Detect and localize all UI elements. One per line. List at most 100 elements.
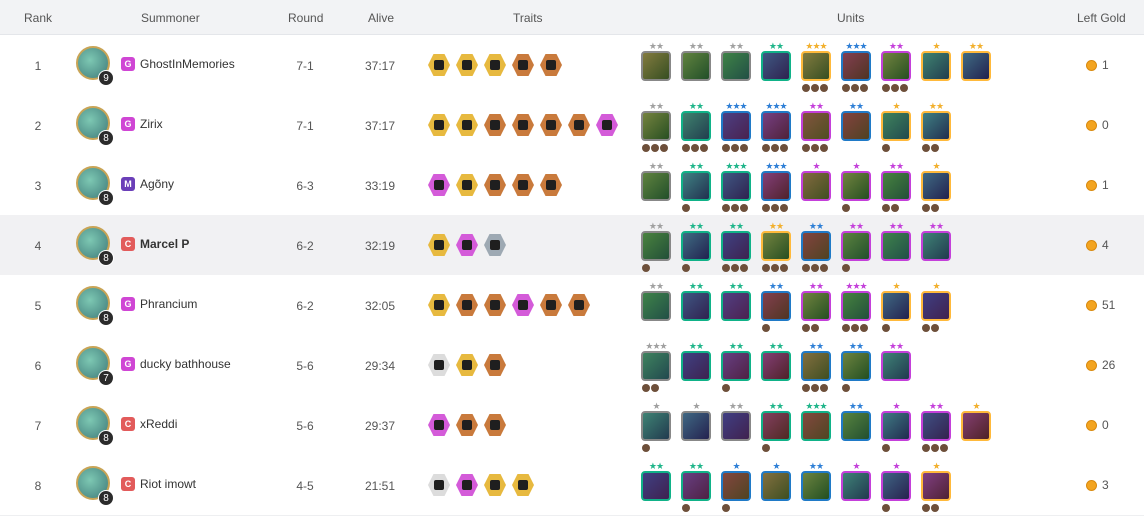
champion-portrait[interactable]: [841, 231, 871, 261]
unit-slot[interactable]: ★★: [840, 101, 874, 149]
trait-hexagon-icon[interactable]: [456, 294, 478, 316]
item-icon[interactable]: [722, 144, 730, 152]
item-icon[interactable]: [731, 264, 739, 272]
unit-slot[interactable]: ★★: [680, 341, 714, 389]
trait-hexagon-icon[interactable]: [484, 174, 506, 196]
unit-slot[interactable]: ★★: [760, 401, 794, 452]
item-icon[interactable]: [802, 384, 810, 392]
trait-hexagon-icon[interactable]: [596, 114, 618, 136]
summoner-name[interactable]: ducky bathhouse: [140, 357, 231, 371]
champion-portrait[interactable]: [841, 351, 871, 381]
unit-slot[interactable]: ★★: [840, 341, 874, 392]
item-icon[interactable]: [922, 144, 930, 152]
item-icon[interactable]: [682, 504, 690, 512]
champion-portrait[interactable]: [881, 51, 911, 81]
unit-slot[interactable]: ★★: [760, 341, 794, 389]
trait-hexagon-icon[interactable]: [512, 294, 534, 316]
champion-portrait[interactable]: [801, 291, 831, 321]
champion-portrait[interactable]: [881, 351, 911, 381]
table-row[interactable]: 1 9 G GhostInMemories 7-1 37:17 ★★ ★★ ★★ ★★ ★★★ ★★★…: [0, 35, 1144, 96]
item-icon[interactable]: [931, 204, 939, 212]
champion-portrait[interactable]: [761, 471, 791, 501]
unit-slot[interactable]: ★: [920, 461, 954, 512]
champion-portrait[interactable]: [681, 411, 711, 441]
trait-hexagon-icon[interactable]: [512, 114, 534, 136]
unit-slot[interactable]: ★★★: [840, 41, 874, 92]
table-row[interactable]: 5 8 G Phrancium 6-2 32:05 ★★ ★★ ★★ ★★ ★★ ★★★ ★ ★ 51: [0, 275, 1144, 336]
champion-portrait[interactable]: [641, 51, 671, 81]
item-icon[interactable]: [882, 324, 890, 332]
champion-portrait[interactable]: [801, 411, 831, 441]
table-row[interactable]: 8 8 C Riot imowt 4-5 21:51 ★★ ★★ ★ ★ ★★ ★ ★ ★ 3: [0, 455, 1144, 516]
champion-portrait[interactable]: [921, 231, 951, 261]
item-icon[interactable]: [931, 324, 939, 332]
item-icon[interactable]: [931, 504, 939, 512]
champion-portrait[interactable]: [881, 471, 911, 501]
champion-portrait[interactable]: [881, 411, 911, 441]
champion-portrait[interactable]: [761, 51, 791, 81]
item-icon[interactable]: [882, 84, 890, 92]
champion-portrait[interactable]: [681, 111, 711, 141]
item-icon[interactable]: [722, 504, 730, 512]
unit-slot[interactable]: ★: [960, 401, 994, 449]
trait-hexagon-icon[interactable]: [512, 54, 534, 76]
unit-slot[interactable]: ★★: [640, 101, 674, 152]
trait-hexagon-icon[interactable]: [428, 354, 450, 376]
champion-portrait[interactable]: [801, 231, 831, 261]
item-icon[interactable]: [780, 144, 788, 152]
item-icon[interactable]: [762, 144, 770, 152]
item-icon[interactable]: [682, 264, 690, 272]
item-icon[interactable]: [891, 84, 899, 92]
unit-slot[interactable]: ★: [880, 461, 914, 512]
champion-portrait[interactable]: [841, 51, 871, 81]
table-row[interactable]: 3 8 M Agõny 6-3 33:19 ★★ ★★ ★★★ ★★★ ★ ★ ★★ ★ 1: [0, 155, 1144, 216]
trait-hexagon-icon[interactable]: [540, 174, 562, 196]
item-icon[interactable]: [651, 144, 659, 152]
unit-slot[interactable]: ★★: [640, 461, 674, 509]
champion-portrait[interactable]: [641, 171, 671, 201]
champion-portrait[interactable]: [721, 471, 751, 501]
champion-portrait[interactable]: [881, 111, 911, 141]
item-icon[interactable]: [860, 324, 868, 332]
item-icon[interactable]: [682, 204, 690, 212]
unit-slot[interactable]: ★★★: [760, 161, 794, 212]
unit-slot[interactable]: ★★: [880, 221, 914, 269]
item-icon[interactable]: [922, 444, 930, 452]
unit-slot[interactable]: ★★: [680, 221, 714, 272]
champion-portrait[interactable]: [801, 351, 831, 381]
item-icon[interactable]: [882, 204, 890, 212]
item-icon[interactable]: [891, 204, 899, 212]
item-icon[interactable]: [900, 84, 908, 92]
champion-portrait[interactable]: [681, 231, 711, 261]
item-icon[interactable]: [931, 444, 939, 452]
unit-slot[interactable]: ★★: [640, 41, 674, 89]
unit-slot[interactable]: ★★: [840, 221, 874, 272]
item-icon[interactable]: [922, 204, 930, 212]
trait-hexagon-icon[interactable]: [428, 234, 450, 256]
champion-portrait[interactable]: [961, 411, 991, 441]
trait-hexagon-icon[interactable]: [428, 474, 450, 496]
unit-slot[interactable]: ★★★: [720, 101, 754, 152]
champion-portrait[interactable]: [921, 291, 951, 321]
trait-hexagon-icon[interactable]: [456, 174, 478, 196]
unit-slot[interactable]: ★★★: [840, 281, 874, 332]
item-icon[interactable]: [811, 324, 819, 332]
unit-slot[interactable]: ★★: [840, 401, 874, 449]
unit-slot[interactable]: ★: [880, 101, 914, 152]
item-icon[interactable]: [691, 144, 699, 152]
unit-slot[interactable]: ★: [880, 281, 914, 332]
item-icon[interactable]: [811, 84, 819, 92]
champion-portrait[interactable]: [921, 411, 951, 441]
champion-portrait[interactable]: [761, 111, 791, 141]
champion-portrait[interactable]: [681, 291, 711, 321]
summoner-name[interactable]: Agõny: [140, 177, 174, 191]
trait-hexagon-icon[interactable]: [456, 114, 478, 136]
trait-hexagon-icon[interactable]: [568, 114, 590, 136]
table-row[interactable]: 6 7 Gducky bathhouse 5-6 29:34 ★★★ ★★ ★★ ★★ ★★ ★★ ★…: [0, 335, 1144, 396]
item-icon[interactable]: [780, 264, 788, 272]
champion-portrait[interactable]: [721, 171, 751, 201]
item-icon[interactable]: [882, 144, 890, 152]
champion-portrait[interactable]: [641, 231, 671, 261]
unit-slot[interactable]: ★★: [880, 161, 914, 212]
champion-portrait[interactable]: [681, 351, 711, 381]
